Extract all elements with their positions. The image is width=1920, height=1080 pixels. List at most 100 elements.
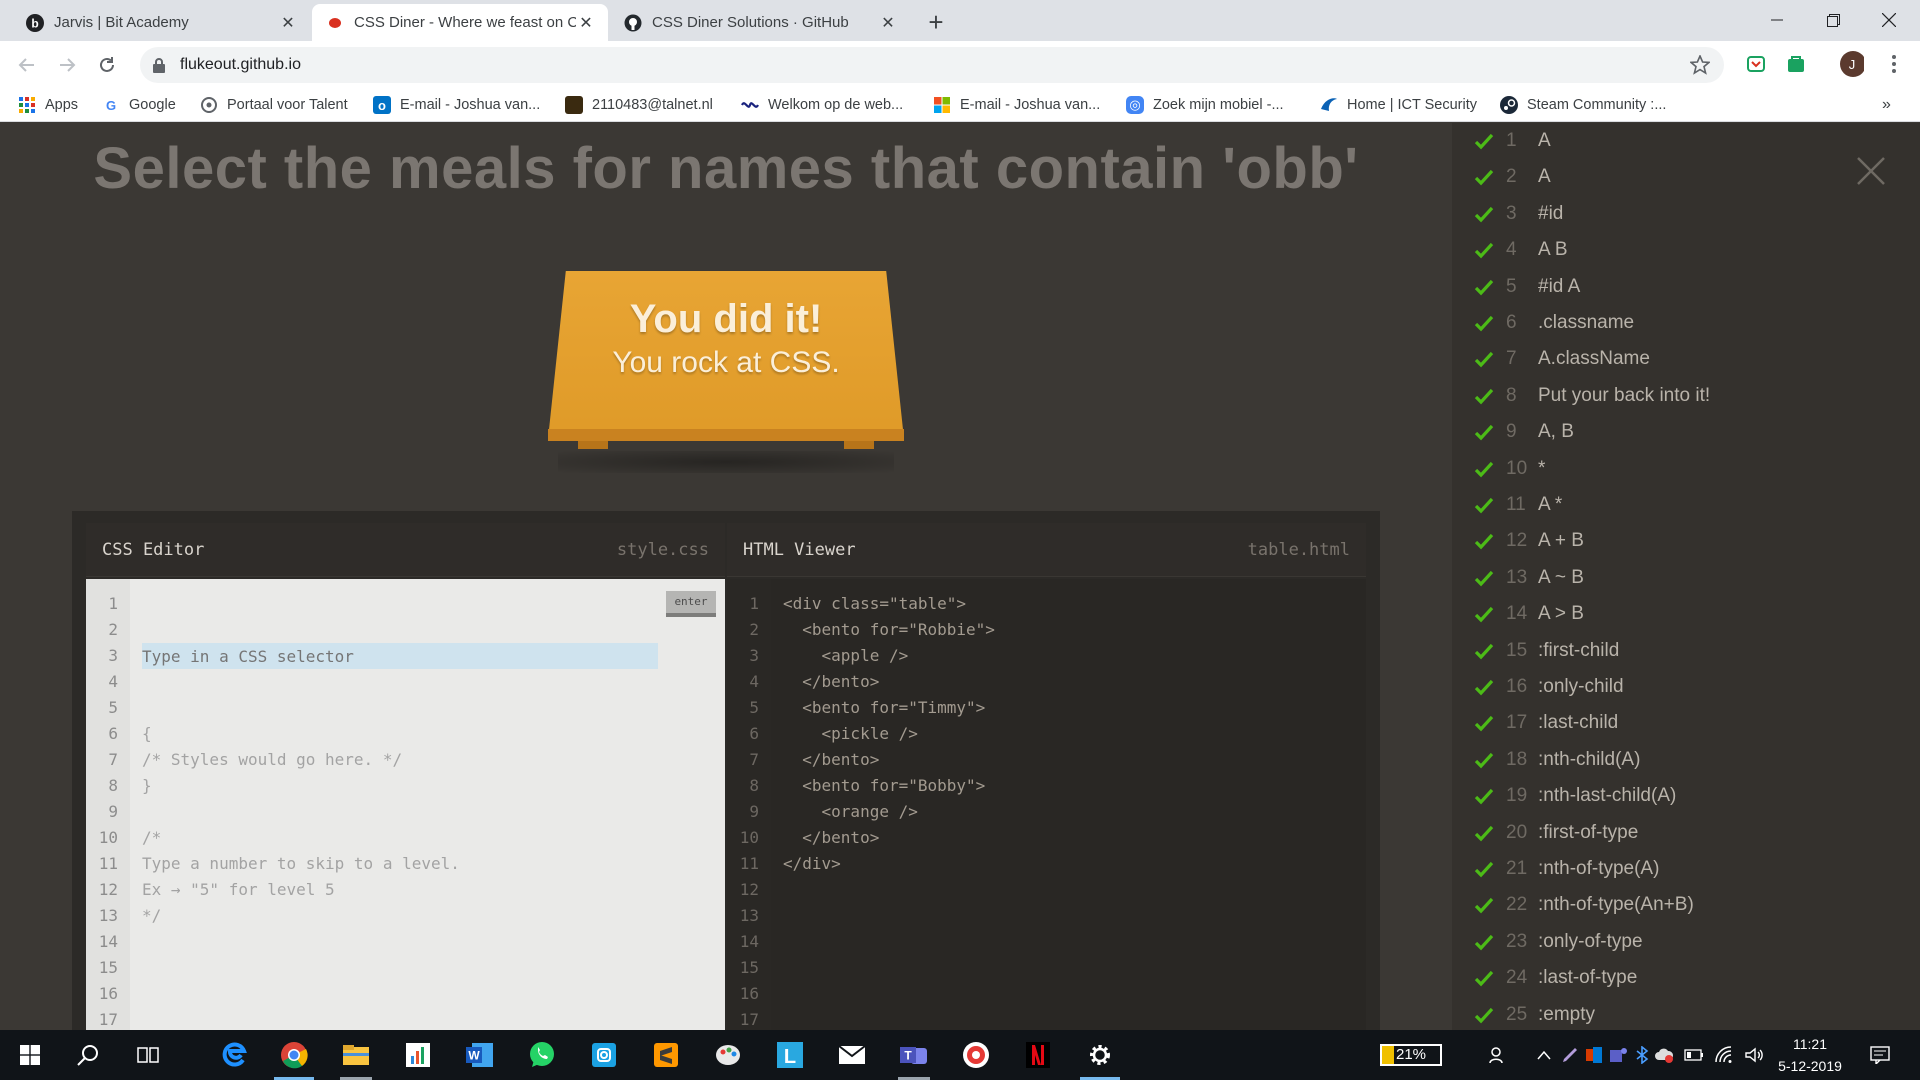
bookmark-zoek-mobiel[interactable]: ◎ Zoek mijn mobiel -... — [1126, 93, 1284, 117]
bookmark-talnet[interactable]: 2110483@talnet.nl — [565, 93, 713, 117]
volume-icon[interactable] — [1744, 1045, 1764, 1065]
html-code-line[interactable]: <bento for="Robbie"> — [783, 617, 1366, 643]
tab-github[interactable]: CSS Diner Solutions · GitHub ✕ — [610, 4, 910, 41]
enter-button[interactable]: enter — [666, 591, 716, 617]
level-item[interactable]: 23:only-of-type — [1474, 927, 1643, 957]
avg-extension-icon[interactable] — [1784, 52, 1808, 76]
avatar[interactable]: J — [1840, 51, 1864, 77]
level-item[interactable]: 21:nth-of-type(A) — [1474, 854, 1659, 884]
bookmark-portaal[interactable]: Portaal voor Talent — [200, 93, 348, 117]
office-tray-icon[interactable] — [1584, 1045, 1604, 1065]
cloud-sync-icon[interactable] — [1654, 1045, 1674, 1065]
menu-kebab-icon[interactable] — [1882, 52, 1906, 76]
bookmark-google[interactable]: G Google — [102, 93, 176, 117]
level-item[interactable]: 1A — [1474, 126, 1551, 156]
action-center-icon[interactable] — [1870, 1045, 1890, 1065]
level-item[interactable]: 15:first-child — [1474, 636, 1619, 666]
level-item[interactable]: 14 A > B — [1474, 599, 1584, 629]
teams-icon[interactable]: T — [888, 1030, 940, 1080]
html-code-area[interactable]: <div class="table"> <bento for="Robbie">… — [771, 579, 1366, 1030]
battery-indicator[interactable]: 21% — [1380, 1044, 1442, 1066]
close-tab-icon[interactable]: ✕ — [576, 13, 596, 33]
bookmark-welkom[interactable]: Welkom op de web... — [741, 93, 903, 117]
level-item[interactable]: 7 A.className — [1474, 344, 1650, 374]
level-item[interactable]: 22:nth-of-type(An+B) — [1474, 890, 1694, 920]
mail-icon[interactable] — [826, 1030, 878, 1080]
level-item[interactable]: 11 A * — [1474, 490, 1562, 520]
address-bar[interactable]: flukeout.github.io — [140, 47, 1724, 83]
pen-icon[interactable] — [1560, 1045, 1580, 1065]
back-icon[interactable] — [13, 51, 41, 79]
reload-icon[interactable] — [93, 51, 121, 79]
level-item[interactable]: 20:first-of-type — [1474, 818, 1638, 848]
bookmark-email-outlook[interactable]: o E-mail - Joshua van... — [373, 93, 540, 117]
level-item[interactable]: 17:last-child — [1474, 708, 1618, 738]
html-code-line[interactable]: <div class="table"> — [783, 591, 1366, 617]
task-view-icon[interactable] — [122, 1030, 174, 1080]
calculator-app-icon[interactable] — [392, 1030, 444, 1080]
more-bookmarks-icon[interactable]: » — [1882, 93, 1891, 117]
close-tab-icon[interactable]: ✕ — [278, 13, 298, 33]
close-tab-icon[interactable]: ✕ — [878, 13, 898, 33]
level-item[interactable]: 12 A + B — [1474, 526, 1584, 556]
level-item[interactable]: 25:empty — [1474, 1000, 1595, 1030]
minimize-icon[interactable] — [1754, 0, 1800, 40]
html-code-line[interactable]: </bento> — [783, 669, 1366, 695]
pocket-extension-icon[interactable] — [1744, 52, 1768, 76]
level-item[interactable]: 10 * — [1474, 454, 1545, 484]
bluetooth-icon[interactable] — [1632, 1045, 1652, 1065]
html-code-line[interactable]: <bento for="Bobby"> — [783, 773, 1366, 799]
html-code-line[interactable]: </bento> — [783, 747, 1366, 773]
search-icon[interactable] — [62, 1030, 114, 1080]
sublime-text-icon[interactable] — [640, 1030, 692, 1080]
people-icon[interactable] — [1488, 1045, 1508, 1065]
html-code-line[interactable]: <orange /> — [783, 799, 1366, 825]
chevron-up-icon[interactable] — [1534, 1045, 1554, 1065]
wifi-icon[interactable] — [1714, 1045, 1734, 1065]
level-item[interactable]: 18:nth-child(A) — [1474, 745, 1640, 775]
close-icon[interactable] — [1856, 156, 1886, 186]
chrome-icon[interactable] — [268, 1030, 320, 1080]
bookmark-email-microsoft[interactable]: E-mail - Joshua van... — [933, 93, 1100, 117]
level-item[interactable]: 19:nth-last-child(A) — [1474, 781, 1676, 811]
close-window-icon[interactable] — [1866, 0, 1912, 40]
clock[interactable]: 11:21 5-12-2019 — [1770, 1033, 1850, 1077]
battery-tray-icon[interactable] — [1684, 1045, 1704, 1065]
word-icon[interactable]: W — [454, 1030, 506, 1080]
settings-gear-icon[interactable] — [1074, 1030, 1126, 1080]
forward-icon[interactable] — [53, 51, 81, 79]
whatsapp-icon[interactable] — [516, 1030, 568, 1080]
html-code-line[interactable]: <pickle /> — [783, 721, 1366, 747]
teams-tray-icon[interactable] — [1608, 1045, 1628, 1065]
edge-icon[interactable] — [208, 1030, 260, 1080]
start-windows-icon[interactable] — [4, 1030, 56, 1080]
html-code-line[interactable]: <bento for="Timmy"> — [783, 695, 1366, 721]
tab-css-diner[interactable]: CSS Diner - Where we feast on C ✕ — [312, 4, 608, 41]
level-item[interactable]: 6 .classname — [1474, 308, 1634, 338]
l-app-icon[interactable]: L — [764, 1030, 816, 1080]
level-item[interactable]: 2A — [1474, 162, 1551, 192]
html-code-line[interactable]: </bento> — [783, 825, 1366, 851]
tab-jarvis[interactable]: b Jarvis | Bit Academy ✕ — [12, 4, 310, 41]
level-item[interactable]: 9 A, B — [1474, 417, 1574, 447]
instagram-app-icon[interactable] — [578, 1030, 630, 1080]
restore-icon[interactable] — [1810, 0, 1856, 40]
bookmark-star-icon[interactable] — [1690, 55, 1710, 75]
level-item[interactable]: 3 #id — [1474, 199, 1563, 229]
file-explorer-icon[interactable] — [330, 1030, 382, 1080]
paint-palette-icon[interactable] — [702, 1030, 754, 1080]
netflix-icon[interactable] — [1012, 1030, 1064, 1080]
level-item[interactable]: 16:only-child — [1474, 672, 1624, 702]
level-item[interactable]: 13 A ~ B — [1474, 563, 1584, 593]
bookmark-ict-security[interactable]: Home | ICT Security — [1320, 93, 1477, 117]
html-code-line[interactable]: </div> — [783, 851, 1366, 877]
bookmark-steam[interactable]: Steam Community :... — [1500, 93, 1666, 117]
html-code-line[interactable]: <apple /> — [783, 643, 1366, 669]
level-item[interactable]: 8 Put your back into it! — [1474, 381, 1710, 411]
css-selector-input[interactable] — [142, 643, 658, 669]
bookmark-apps[interactable]: Apps — [18, 93, 78, 117]
chrome-canary-icon[interactable] — [950, 1030, 1002, 1080]
level-item[interactable]: 4 A B — [1474, 235, 1568, 265]
level-item[interactable]: 5 #id A — [1474, 272, 1580, 302]
level-item[interactable]: 24:last-of-type — [1474, 963, 1637, 993]
